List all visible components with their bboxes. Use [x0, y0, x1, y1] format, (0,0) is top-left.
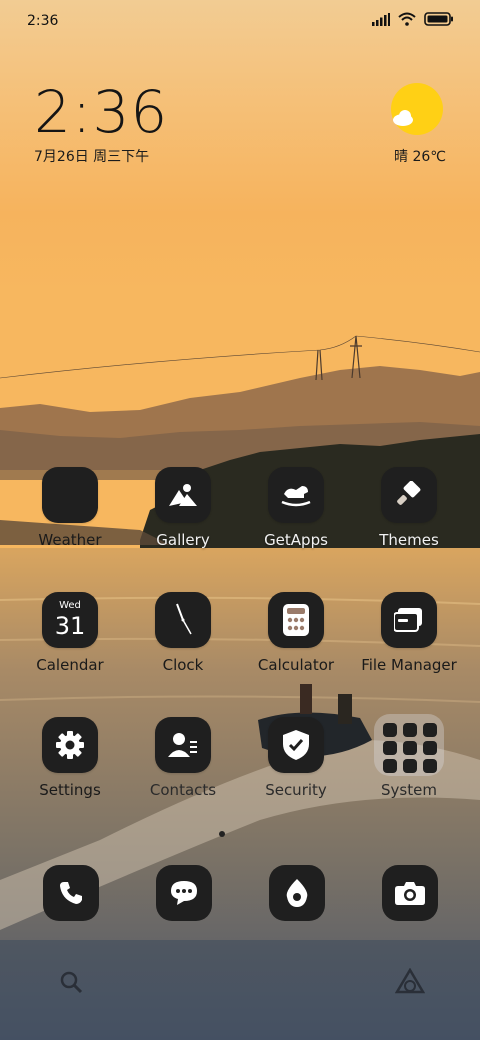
app-getapps[interactable]: GetApps — [241, 467, 351, 549]
app-label: Gallery — [156, 531, 210, 549]
app-label: Contacts — [149, 781, 217, 799]
calculator-icon — [268, 592, 324, 648]
calendar-day: Wed — [59, 600, 81, 611]
app-weather[interactable]: Weather — [15, 467, 125, 549]
dock-messages[interactable] — [156, 865, 212, 921]
mini-app-icon — [383, 723, 397, 737]
phone-icon — [60, 882, 82, 904]
widget-date: 7月26日 周三下午 — [34, 149, 150, 165]
app-label: Calendar — [36, 656, 104, 674]
clock-icon — [155, 592, 211, 648]
clock-widget[interactable]: 2:36 7月26日 周三下午 — [34, 80, 168, 166]
contacts-icon — [155, 717, 211, 773]
folder-preview — [374, 714, 444, 776]
app-label: Clock — [162, 656, 204, 674]
app-security[interactable]: Security — [241, 717, 351, 799]
shield-icon — [268, 717, 324, 773]
app-gallery[interactable]: Gallery — [128, 467, 238, 549]
app-label: File Manager — [361, 656, 457, 674]
mini-app-icon — [423, 723, 437, 737]
app-label: Security — [265, 781, 327, 799]
gear-icon — [42, 717, 98, 773]
assistant-icon[interactable] — [395, 968, 425, 996]
mini-app-icon — [423, 759, 437, 773]
mini-app-icon — [403, 741, 417, 755]
browser-icon — [286, 879, 308, 907]
status-time: 2:36 — [27, 13, 59, 29]
app-label: System — [381, 781, 437, 799]
gallery-icon — [155, 467, 211, 523]
app-themes[interactable]: Themes — [354, 467, 464, 549]
wifi-icon — [398, 12, 416, 26]
app-file-manager[interactable]: File Manager — [354, 592, 464, 674]
sunny-icon — [391, 83, 443, 135]
app-settings[interactable]: Settings — [15, 717, 125, 799]
mini-app-icon — [383, 759, 397, 773]
brush-icon — [381, 467, 437, 523]
app-contacts[interactable]: Contacts — [128, 717, 238, 799]
app-clock[interactable]: Clock — [128, 592, 238, 674]
mini-app-icon — [383, 741, 397, 755]
mini-app-icon — [423, 741, 437, 755]
rocking-horse-icon — [268, 467, 324, 523]
app-label: Themes — [379, 531, 439, 549]
weather-text: 晴 26℃ — [394, 149, 446, 165]
dock-phone[interactable] — [43, 865, 99, 921]
signal-icon — [372, 12, 390, 26]
mini-app-icon — [403, 759, 417, 773]
page-indicator — [219, 831, 225, 837]
app-label: GetApps — [264, 531, 328, 549]
app-label: Settings — [39, 781, 101, 799]
messages-icon — [171, 881, 197, 905]
camera-icon — [395, 882, 425, 905]
folder-icon — [381, 592, 437, 648]
battery-icon — [424, 12, 453, 26]
app-calendar[interactable]: Wed 31 Calendar — [15, 592, 125, 674]
weather-widget[interactable]: 晴 26℃ — [372, 82, 452, 172]
mini-app-icon — [403, 723, 417, 737]
dock-browser[interactable] — [269, 865, 325, 921]
app-system-folder[interactable]: System — [354, 714, 464, 799]
app-calculator[interactable]: Calculator — [241, 592, 351, 674]
weather-app-icon — [42, 467, 98, 523]
search-icon[interactable] — [60, 971, 84, 995]
dock-camera[interactable] — [382, 865, 438, 921]
widget-time: 2:36 — [34, 78, 169, 146]
calendar-date: 31 — [54, 612, 86, 640]
app-label: Weather — [38, 531, 102, 549]
calendar-icon: Wed 31 — [42, 592, 98, 648]
status-bar: 2:36 — [0, 0, 480, 44]
app-label: Calculator — [257, 656, 335, 674]
